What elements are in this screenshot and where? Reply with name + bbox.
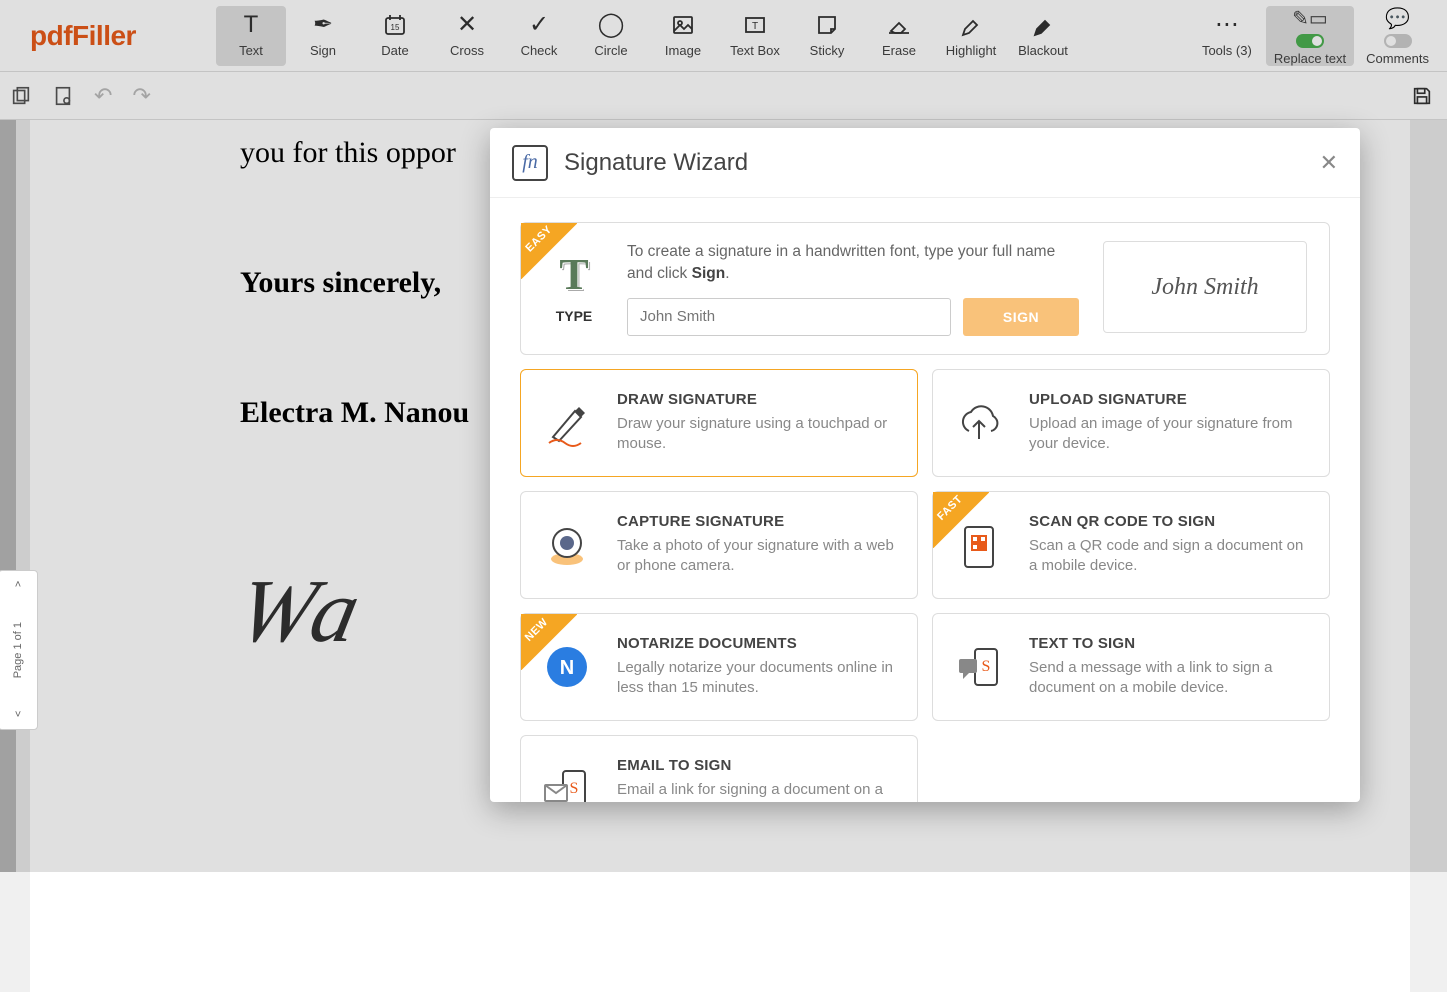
card-desc: Upload an image of your signature from y… <box>1029 414 1311 455</box>
page-down-icon[interactable]: ˅ <box>15 709 21 721</box>
card-desc: Draw your signature using a touchpad or … <box>617 414 899 455</box>
svg-text:S: S <box>570 780 579 797</box>
card-desc: Email a link for signing a document on a… <box>617 780 899 802</box>
camera-icon <box>535 519 599 571</box>
signature-preview: John Smith <box>1103 241 1307 333</box>
pen-icon <box>535 397 599 449</box>
text-message-icon: S <box>947 641 1011 693</box>
easy-badge: EASY <box>521 223 577 279</box>
type-signature-card: EASY T TYPE To create a signature in a h… <box>520 222 1330 355</box>
card-desc: Legally notarize your documents online i… <box>617 658 899 699</box>
svg-text:S: S <box>982 658 991 675</box>
capture-signature-card[interactable]: CAPTURE SIGNATURE Take a photo of your s… <box>520 491 918 599</box>
modal-title: Signature Wizard <box>564 149 748 177</box>
fast-badge: FAST <box>933 492 989 548</box>
draw-signature-card[interactable]: DRAW SIGNATURE Draw your signature using… <box>520 369 918 477</box>
card-desc: Take a photo of your signature with a we… <box>617 536 899 577</box>
card-title: EMAIL TO SIGN <box>617 757 899 774</box>
type-description: To create a signature in a handwritten f… <box>627 241 1079 286</box>
scan-qr-card[interactable]: FAST SCAN QR CODE TO SIGN Scan a QR code… <box>932 491 1330 599</box>
sign-button[interactable]: SIGN <box>963 298 1079 336</box>
card-title: TEXT TO SIGN <box>1029 635 1311 652</box>
upload-signature-card[interactable]: UPLOAD SIGNATURE Upload an image of your… <box>932 369 1330 477</box>
type-label: TYPE <box>556 308 593 324</box>
signature-wizard-modal: fn Signature Wizard ✕ EASY T TYPE To cre… <box>490 128 1360 802</box>
page-number-label: Page 1 of 1 <box>12 622 24 678</box>
email-sign-icon: S <box>535 763 599 802</box>
card-title: DRAW SIGNATURE <box>617 391 899 408</box>
text-to-sign-card[interactable]: S TEXT TO SIGN Send a message with a lin… <box>932 613 1330 721</box>
page-up-icon[interactable]: ˄ <box>15 579 21 591</box>
page-indicator[interactable]: ˄ Page 1 of 1 ˅ <box>0 570 38 730</box>
cloud-upload-icon <box>947 397 1011 449</box>
card-desc: Scan a QR code and sign a document on a … <box>1029 536 1311 577</box>
signature-name-input[interactable] <box>627 298 951 336</box>
modal-header: fn Signature Wizard ✕ <box>490 128 1360 198</box>
modal-body: EASY T TYPE To create a signature in a h… <box>490 198 1360 802</box>
close-icon[interactable]: ✕ <box>1320 150 1338 176</box>
card-title: NOTARIZE DOCUMENTS <box>617 635 899 652</box>
card-title: SCAN QR CODE TO SIGN <box>1029 513 1311 530</box>
card-desc: Send a message with a link to sign a doc… <box>1029 658 1311 699</box>
notarize-card[interactable]: NEW N NOTARIZE DOCUMENTS Legally notariz… <box>520 613 918 721</box>
email-to-sign-card[interactable]: S EMAIL TO SIGN Email a link for signing… <box>520 735 918 802</box>
new-badge: NEW <box>521 614 577 670</box>
card-title: CAPTURE SIGNATURE <box>617 513 899 530</box>
signature-wizard-icon: fn <box>512 145 548 181</box>
card-title: UPLOAD SIGNATURE <box>1029 391 1311 408</box>
